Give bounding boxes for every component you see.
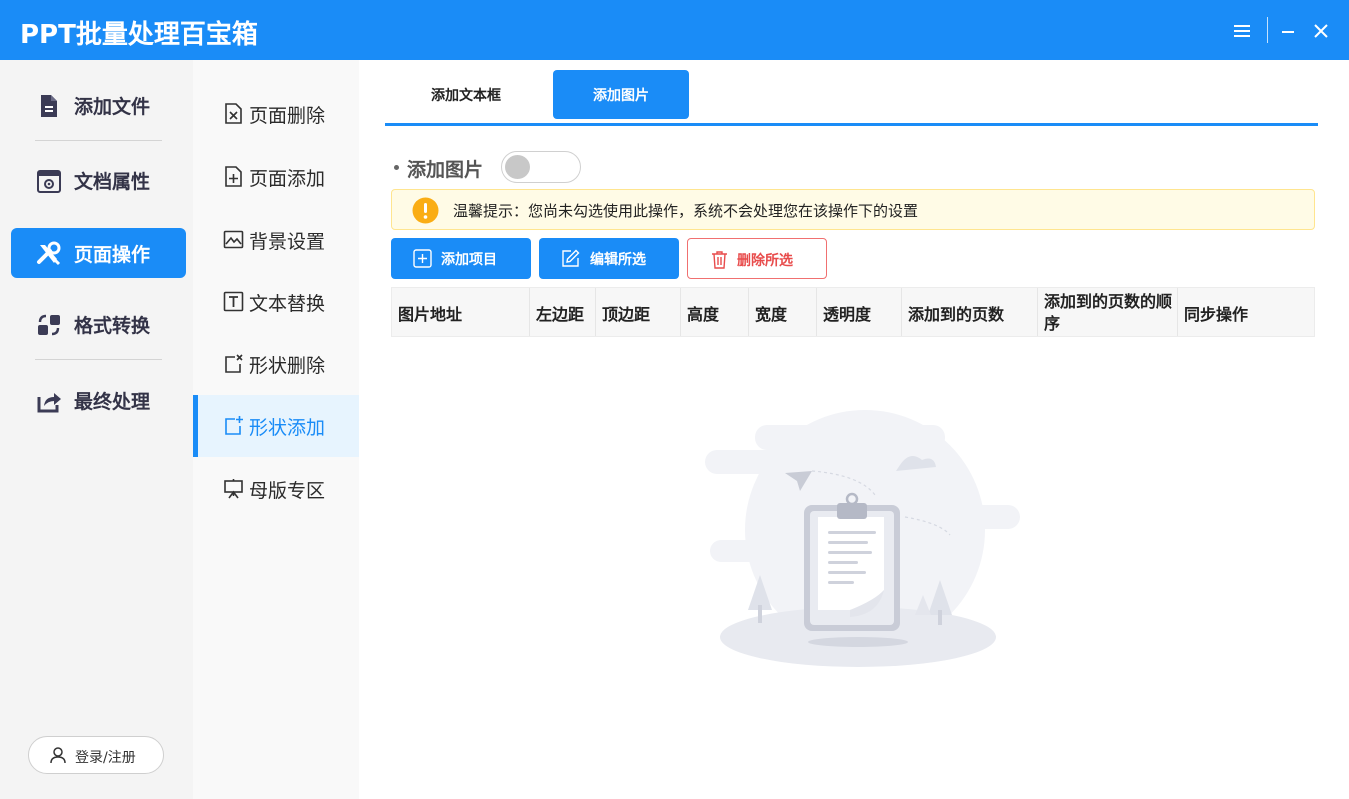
sidebar-item-label: 最终处理 <box>74 391 151 413</box>
edit-selected-label: 编辑所选 <box>590 252 646 268</box>
notice-text: 温馨提示：您尚未勾选使用此操作，系统不会处理您在该操作下的设置 <box>453 202 919 220</box>
convert-icon <box>38 314 60 336</box>
empty-state-illustration <box>705 410 1020 667</box>
sidebar-item-add-file[interactable]: 添加文件 <box>11 80 186 130</box>
tools-icon <box>37 241 61 266</box>
page-add-icon <box>225 166 242 187</box>
subnav-item-label: 母版专区 <box>249 480 326 502</box>
file-add-icon <box>41 95 57 117</box>
app-title: PPT批量处理百宝箱 <box>20 20 258 50</box>
shape-delete-icon <box>225 354 243 373</box>
subnav-item-label: 页面添加 <box>249 168 326 190</box>
close-icon[interactable] <box>1310 18 1332 44</box>
sidebar-item-label: 格式转换 <box>74 315 151 337</box>
hamburger-menu-icon[interactable] <box>1230 18 1254 44</box>
login-register-button[interactable]: 登录/注册 <box>28 736 164 774</box>
document-settings-icon <box>37 170 61 193</box>
column-header-top-margin[interactable]: 顶边距 <box>596 288 681 336</box>
master-slide-icon <box>224 479 243 499</box>
shape-add-icon <box>225 416 243 435</box>
subnav-item-master-slide[interactable]: 母版专区 <box>193 458 359 520</box>
sub-sidebar: 页面删除 页面添加 背景设置 文本替换 形状删除 形状添加 母版专区 <box>193 60 359 799</box>
subnav-item-label: 形状删除 <box>249 355 326 377</box>
subnav-item-label: 背景设置 <box>249 231 326 253</box>
tab-add-image[interactable]: 添加图片 <box>553 70 689 119</box>
warning-notice: 温馨提示：您尚未勾选使用此操作，系统不会处理您在该操作下的设置 <box>391 189 1315 230</box>
column-header-width[interactable]: 宽度 <box>749 288 817 336</box>
column-header-sync-operation[interactable]: 同步操作 <box>1178 288 1314 336</box>
subnav-item-label: 文本替换 <box>249 293 326 315</box>
toggle-knob <box>505 155 530 179</box>
image-table-header: 图片地址 左边距 顶边距 高度 宽度 透明度 添加到的页数 添加到的页数的顺序 … <box>391 287 1315 337</box>
edit-selected-button[interactable]: 编辑所选 <box>539 238 679 279</box>
sidebar-item-label: 页面操作 <box>74 244 151 266</box>
subnav-item-label: 形状添加 <box>249 417 326 439</box>
add-image-toggle-label: 添加图片 <box>407 159 484 181</box>
subnav-item-text-replace[interactable]: 文本替换 <box>193 271 359 333</box>
delete-selected-button[interactable]: 删除所选 <box>687 238 827 279</box>
sidebar-divider <box>35 359 162 360</box>
subnav-item-page-add[interactable]: 页面添加 <box>193 146 359 208</box>
sidebar-item-label: 文档属性 <box>74 171 151 193</box>
subnav-item-shape-add[interactable]: 形状添加 <box>193 395 359 457</box>
column-header-left-margin[interactable]: 左边距 <box>530 288 596 336</box>
text-replace-icon <box>223 291 244 312</box>
warning-icon <box>412 197 439 224</box>
sidebar-item-document-properties[interactable]: 文档属性 <box>11 155 186 205</box>
bullet-dot <box>394 165 399 170</box>
sidebar-item-final-processing[interactable]: 最终处理 <box>11 375 186 425</box>
login-register-label: 登录/注册 <box>75 750 136 766</box>
edit-icon <box>562 249 580 267</box>
tab-add-textbox[interactable]: 添加文本框 <box>398 70 534 119</box>
page-delete-icon <box>225 103 242 124</box>
sidebar-item-format-conversion[interactable]: 格式转换 <box>11 299 186 349</box>
window-controls-divider <box>1267 17 1268 43</box>
sidebar-item-label: 添加文件 <box>74 96 151 118</box>
subnav-item-background-settings[interactable]: 背景设置 <box>193 209 359 271</box>
delete-selected-label: 删除所选 <box>737 253 793 269</box>
add-item-label: 添加项目 <box>441 252 497 268</box>
column-header-image-path[interactable]: 图片地址 <box>392 288 530 336</box>
sidebar-item-page-operations[interactable]: 页面操作 <box>11 228 186 278</box>
share-export-icon <box>37 393 61 413</box>
column-header-opacity[interactable]: 透明度 <box>817 288 902 336</box>
add-image-toggle[interactable] <box>501 151 581 183</box>
minimize-icon[interactable] <box>1278 18 1298 44</box>
column-header-target-pages[interactable]: 添加到的页数 <box>902 288 1038 336</box>
trash-icon <box>712 251 727 269</box>
user-icon <box>50 747 66 764</box>
add-item-button[interactable]: 添加项目 <box>391 238 531 279</box>
subnav-item-label: 页面删除 <box>249 105 326 127</box>
subnav-item-page-delete[interactable]: 页面删除 <box>193 83 359 145</box>
tab-underline <box>385 123 1318 126</box>
plus-square-icon <box>413 249 432 268</box>
column-header-height[interactable]: 高度 <box>681 288 749 336</box>
main-sidebar: 添加文件 文档属性 页面操作 格式转换 最终处理 登录/注册 <box>0 60 193 799</box>
background-image-icon <box>223 230 244 249</box>
sidebar-divider <box>35 140 162 141</box>
subnav-item-shape-delete[interactable]: 形状删除 <box>193 333 359 395</box>
column-header-target-pages-order[interactable]: 添加到的页数的顺序 <box>1038 288 1178 336</box>
title-bar: PPT批量处理百宝箱 <box>0 0 1349 60</box>
